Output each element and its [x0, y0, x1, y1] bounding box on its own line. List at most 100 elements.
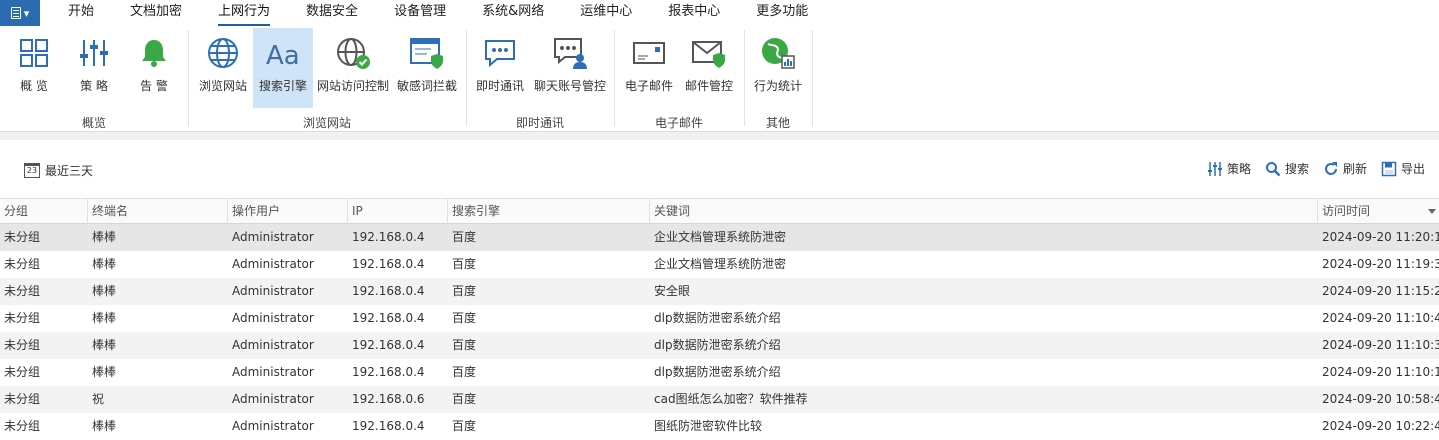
table-row[interactable]: 未分组 棒棒 Administrator 192.168.0.4 百度 dlp数据防泄密系… [0, 305, 1439, 332]
cell-keyword: dlp数据防泄密系统介绍 [654, 311, 781, 325]
cell-group: 未分组 [4, 419, 41, 433]
cell-visit-time: 2024-09-20 10:22:49 [1322, 419, 1439, 433]
cell-visit-time: 2024-09-20 11:10:12 [1322, 365, 1439, 379]
search-icon [1265, 161, 1281, 176]
tab-report-center[interactable]: 报表中心 [668, 0, 720, 26]
cell-visit-time: 2024-09-20 11:20:17 [1322, 230, 1439, 244]
cell-search-engine: 百度 [452, 230, 477, 244]
menu-tabs: 开始 文档加密 上网行为 数据安全 设备管理 系统&网络 运维中心 报表中心 更… [68, 0, 844, 26]
tool-label: 网站访问控制 [316, 79, 389, 93]
column-header-ip[interactable]: IP [348, 199, 448, 224]
tool-search-engine[interactable]: Aa 搜索引擎 [253, 28, 313, 108]
cell-terminal: 棒棒 [92, 419, 117, 433]
tab-internet-behavior[interactable]: 上网行为 [218, 0, 271, 26]
tab-data-security[interactable]: 数据安全 [306, 0, 358, 26]
export-button[interactable]: 导出 [1381, 160, 1425, 177]
app-menu-button[interactable]: ▾ [0, 0, 40, 26]
cell-ip: 192.168.0.4 [352, 365, 425, 379]
toolbar-actions: 策略 搜索 刷新 导出 [1193, 160, 1425, 177]
cell-terminal: 棒棒 [92, 284, 117, 298]
group-label-email: 电子邮件 [654, 116, 703, 130]
search-button[interactable]: 搜索 [1265, 160, 1309, 177]
tool-email[interactable]: 电子邮件 [622, 28, 676, 108]
cell-user: Administrator [232, 284, 314, 298]
cell-visit-time: 2024-09-20 10:58:43 [1322, 392, 1439, 406]
tool-policy[interactable]: 策 略 [68, 28, 120, 108]
table-row[interactable]: 未分组 棒棒 Administrator 192.168.0.4 百度 企业文档管理系统防… [0, 251, 1439, 278]
tab-system-network[interactable]: 系统&网络 [482, 0, 544, 26]
table-row[interactable]: 未分组 棒棒 Administrator 192.168.0.4 百度 dlp数据防泄密系… [0, 332, 1439, 359]
cell-user: Administrator [232, 230, 314, 244]
tool-site-access-control[interactable]: 网站访问控制 [316, 28, 390, 108]
tool-label: 概 览 [20, 79, 48, 93]
cell-visit-time: 2024-09-20 11:10:36 [1322, 338, 1439, 352]
table-row[interactable]: 未分组 棒棒 Administrator 192.168.0.4 百度 图纸防泄密软件比较… [0, 413, 1439, 440]
cell-keyword: dlp数据防泄密系统介绍 [654, 338, 781, 352]
tool-label: 浏览网站 [198, 79, 247, 93]
policy-button[interactable]: 策略 [1207, 160, 1251, 177]
cell-ip: 192.168.0.4 [352, 284, 425, 298]
envelope-icon [632, 31, 666, 75]
cell-terminal: 棒棒 [92, 338, 117, 352]
table-row[interactable]: 未分组 祝 Administrator 192.168.0.6 百度 cad图纸怎么加密？… [0, 386, 1439, 413]
column-header-terminal[interactable]: 终端名 [88, 199, 228, 224]
tab-start[interactable]: 开始 [68, 0, 94, 26]
chat-user-icon [552, 31, 588, 75]
tool-label: 电子邮件 [624, 79, 673, 93]
tool-email-control[interactable]: 邮件管控 [682, 28, 736, 108]
column-header-user[interactable]: 操作用户 [228, 199, 348, 224]
cell-user: Administrator [232, 392, 314, 406]
cell-keyword: cad图纸怎么加密？软件推荐 [654, 392, 808, 406]
group-separator [466, 30, 467, 126]
date-range-label: 最近三天 [45, 164, 94, 178]
tab-ops-center[interactable]: 运维中心 [580, 0, 632, 26]
table-body: 未分组 棒棒 Administrator 192.168.0.4 百度 企业文档管理系统防… [0, 224, 1439, 440]
table-row[interactable]: 未分组 棒棒 Administrator 192.168.0.4 百度 安全眼 2024-0… [0, 278, 1439, 305]
cell-visit-time: 2024-09-20 11:10:49 [1322, 311, 1439, 325]
envelope-shield-icon [691, 31, 727, 75]
tool-instant-messaging[interactable]: 即时通讯 [472, 28, 528, 108]
tab-document-encryption[interactable]: 文档加密 [130, 0, 182, 26]
cell-search-engine: 百度 [452, 419, 477, 433]
tool-behavior-stats[interactable]: 行为统计 [750, 28, 806, 108]
cell-group: 未分组 [4, 257, 41, 271]
tool-browse-sites[interactable]: 浏览网站 [196, 28, 250, 108]
sort-desc-icon [1428, 209, 1436, 214]
sliders-icon [78, 31, 110, 75]
cell-user: Administrator [232, 257, 314, 271]
table-row[interactable]: 未分组 棒棒 Administrator 192.168.0.4 百度 dlp数据防泄密系… [0, 359, 1439, 386]
ribbon-divider-strip [0, 132, 1439, 140]
cell-visit-time: 2024-09-20 11:19:39 [1322, 257, 1439, 271]
refresh-button[interactable]: 刷新 [1323, 160, 1367, 177]
font-aa-icon: Aa [265, 31, 301, 75]
cell-terminal: 棒棒 [92, 257, 117, 271]
cell-keyword: 企业文档管理系统防泄密 [654, 230, 787, 244]
cell-ip: 192.168.0.4 [352, 419, 425, 433]
tool-label: 聊天账号管控 [533, 79, 606, 93]
save-icon [1381, 161, 1397, 176]
cell-ip: 192.168.0.4 [352, 257, 425, 271]
tool-chat-account-control[interactable]: 聊天账号管控 [532, 28, 608, 108]
search-label: 搜索 [1284, 162, 1309, 176]
column-header-keyword[interactable]: 关键词 [650, 199, 1318, 224]
date-range-selector[interactable]: 23 最近三天 [24, 162, 93, 179]
chat-bubble-icon [483, 31, 517, 75]
tool-overview[interactable]: 概 览 [8, 28, 60, 108]
tool-sensitive-word-block[interactable]: 敏感词拦截 [394, 28, 460, 108]
refresh-icon [1324, 161, 1337, 175]
table-row[interactable]: 未分组 棒棒 Administrator 192.168.0.4 百度 企业文档管理系统防… [0, 224, 1439, 251]
cell-search-engine: 百度 [452, 311, 477, 325]
tool-label: 敏感词拦截 [396, 79, 457, 93]
tab-device-management[interactable]: 设备管理 [394, 0, 446, 26]
tool-alarm[interactable]: 告 警 [128, 28, 180, 108]
group-separator [812, 30, 813, 126]
cell-terminal: 棒棒 [92, 230, 117, 244]
column-header-group[interactable]: 分组 [0, 199, 88, 224]
group-label-instant-messaging: 即时通讯 [515, 116, 564, 130]
globe-stats-icon [760, 31, 796, 75]
tool-label: 即时通讯 [475, 79, 524, 93]
column-header-search-engine[interactable]: 搜索引擎 [448, 199, 650, 224]
column-header-visit-time[interactable]: 访问时间 [1318, 199, 1439, 224]
cell-user: Administrator [232, 311, 314, 325]
tab-more-functions[interactable]: 更多功能 [756, 0, 808, 26]
